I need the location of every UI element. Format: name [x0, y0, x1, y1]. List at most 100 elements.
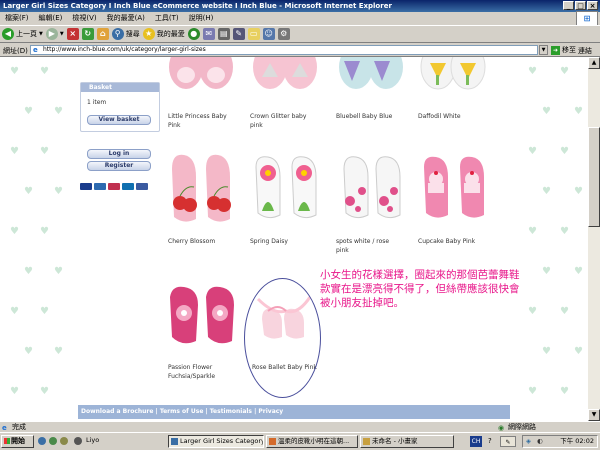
product-name-bluebell[interactable]: Bluebell Baby Blue: [336, 112, 406, 121]
heart-pattern-icon: ♥: [24, 186, 33, 197]
paint-icon: [363, 438, 370, 445]
heart-pattern-icon: ♥: [40, 386, 49, 397]
menu-edit[interactable]: 編輯(E): [34, 13, 68, 23]
register-button[interactable]: Register: [87, 161, 151, 171]
menu-favorites[interactable]: 我的最愛(A): [102, 13, 150, 23]
back-arrow-icon: ◀: [2, 28, 14, 40]
heart-pattern-icon: ♥: [528, 146, 537, 157]
home-icon[interactable]: ⌂: [96, 28, 109, 40]
app-icon: [269, 438, 276, 445]
mail-icon[interactable]: ✉: [202, 28, 215, 40]
product-name-spots[interactable]: spots white / rose pink: [336, 237, 398, 255]
address-input[interactable]: e http://www.inch-blue.com/uk/category/l…: [30, 45, 538, 55]
product-name-cherry-blossom[interactable]: Cherry Blossom: [168, 237, 238, 246]
stop-icon[interactable]: ×: [66, 28, 79, 40]
windows-flag-icon: [4, 438, 10, 444]
login-button[interactable]: Log in: [87, 149, 151, 159]
address-label: 網址(D): [3, 47, 28, 55]
search-button[interactable]: ⚲ 搜尋: [111, 28, 140, 40]
heart-pattern-icon: ♥: [40, 306, 49, 317]
address-dropdown-button[interactable]: ▼: [539, 45, 548, 55]
heart-pattern-icon: ♥: [528, 66, 537, 77]
edit-icon[interactable]: ✎: [232, 28, 245, 40]
product-image[interactable]: [250, 153, 324, 225]
vertical-scrollbar[interactable]: ▲ ▼: [588, 57, 600, 421]
product-name-spring-daisy[interactable]: Spring Daisy: [250, 237, 320, 246]
product-image[interactable]: [166, 57, 236, 95]
go-arrow-icon: ➜: [551, 45, 560, 55]
footer-links[interactable]: Download a Brochure | Terms of Use | Tes…: [78, 405, 510, 419]
ime-indicator-icon[interactable]: CH: [470, 436, 482, 447]
favorites-button[interactable]: ★ 我的最愛: [142, 28, 185, 40]
go-label: 移至: [562, 46, 576, 54]
star-icon: ★: [142, 28, 155, 40]
start-button[interactable]: 開始: [1, 435, 34, 448]
close-button[interactable]: ×: [587, 1, 598, 10]
annotation-text: 小女生的花樣選擇，圈起來的那個芭蕾舞鞋款實在是漂亮得不得了，但絲帶應該很快會被小…: [320, 269, 520, 309]
heart-pattern-icon: ♥: [24, 346, 33, 357]
view-basket-button[interactable]: View basket: [87, 115, 151, 125]
refresh-icon[interactable]: ↻: [81, 28, 94, 40]
media-icon[interactable]: ●: [187, 28, 200, 40]
basket-title: Basket: [81, 83, 159, 92]
maximize-button[interactable]: □: [575, 1, 586, 10]
links-button[interactable]: 連結: [578, 46, 592, 56]
product-name-passion-flower[interactable]: Passion Flower Fuchsia/Sparkle: [168, 363, 238, 381]
product-image[interactable]: [166, 149, 240, 227]
help-icon[interactable]: ?: [488, 437, 492, 445]
task-browser[interactable]: Larger Girl Sizes Category...: [168, 435, 264, 448]
liyo-icon[interactable]: [74, 437, 82, 445]
go-button[interactable]: ➜ 移至: [551, 45, 576, 55]
network-icon[interactable]: ◈: [526, 436, 531, 447]
ime-mode-icon[interactable]: ✎: [500, 436, 516, 447]
product-name-cupcake[interactable]: Cupcake Baby Pink: [418, 237, 488, 246]
menu-help[interactable]: 說明(H): [184, 13, 219, 23]
maestro-card-icon: [122, 183, 134, 190]
volume-icon[interactable]: ◐: [537, 436, 543, 447]
visa-card-icon: [80, 183, 92, 190]
sidebar: Basket 1 item View basket Log in Registe…: [78, 57, 161, 387]
basket-count: 1 item: [87, 99, 107, 106]
heart-pattern-icon: ♥: [574, 186, 583, 197]
scroll-thumb[interactable]: [588, 127, 600, 227]
task-paint[interactable]: 未命名 - 小畫家: [360, 435, 454, 448]
window-title: Larger Girl Sizes Category I Inch Blue e…: [3, 2, 392, 10]
quicklaunch-desktop-icon[interactable]: [60, 437, 68, 445]
back-button[interactable]: ◀ 上一頁 ▼: [2, 28, 43, 40]
product-name-little-princess[interactable]: Little Princess Baby Pink: [168, 112, 238, 130]
product-name-daffodil[interactable]: Daffodil White: [418, 112, 488, 121]
scroll-down-button[interactable]: ▼: [588, 409, 600, 421]
messenger-icon[interactable]: ☺: [262, 28, 275, 40]
favorites-label: 我的最愛: [156, 30, 185, 38]
product-image[interactable]: [336, 57, 406, 95]
task-label: Larger Girl Sizes Category...: [180, 437, 264, 445]
tools-icon[interactable]: ⚙: [277, 28, 290, 40]
product-image[interactable]: [418, 57, 488, 95]
system-tray: ◈ ◐ 下午 02:02: [522, 435, 598, 448]
product-image[interactable]: [418, 153, 492, 225]
heart-pattern-icon: ♥: [528, 386, 537, 397]
status-bar: e 完成 ◉ 網際網路: [0, 421, 600, 432]
product-name-crown-glitter[interactable]: Crown Glitter baby pink: [250, 112, 320, 130]
product-image[interactable]: [166, 283, 242, 349]
print-icon[interactable]: ▤: [217, 28, 230, 40]
minimize-button[interactable]: _: [563, 1, 574, 10]
product-image[interactable]: [336, 151, 408, 225]
task-label: 未命名 - 小畫家: [372, 437, 418, 445]
folder-icon[interactable]: ▭: [247, 28, 260, 40]
quicklaunch-ie-icon[interactable]: [38, 437, 46, 445]
menu-file[interactable]: 檔案(F): [0, 13, 34, 23]
liyo-label[interactable]: Liyo: [86, 436, 99, 444]
product-image[interactable]: [250, 57, 320, 95]
heart-pattern-icon: ♥: [10, 66, 19, 77]
heart-pattern-icon: ♥: [542, 106, 551, 117]
search-label: 搜尋: [125, 30, 140, 38]
menu-view[interactable]: 檢視(V): [67, 13, 101, 23]
scroll-up-button[interactable]: ▲: [588, 57, 600, 69]
forward-button[interactable]: ▶ ▼: [45, 28, 64, 40]
heart-pattern-icon: ♥: [54, 106, 63, 117]
quicklaunch-media-icon[interactable]: [49, 437, 57, 445]
task-label: 溫柔的皮靴小明在這朝...: [278, 437, 350, 445]
task-blog[interactable]: 溫柔的皮靴小明在這朝...: [266, 435, 358, 448]
menu-tools[interactable]: 工具(T): [150, 13, 184, 23]
